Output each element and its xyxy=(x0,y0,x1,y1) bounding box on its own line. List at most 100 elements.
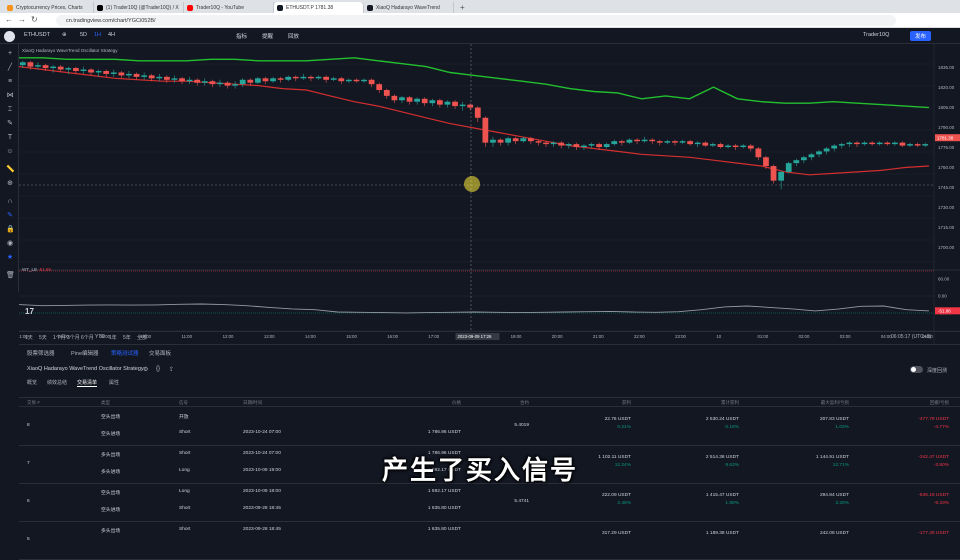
price-tick-label: 1760.00 xyxy=(938,165,955,170)
brush-icon[interactable]: ✎ xyxy=(6,120,14,128)
zoom-icon[interactable]: ⊕ xyxy=(6,180,14,188)
prediction-icon[interactable]: ⌶ xyxy=(6,106,14,114)
favorites-icon[interactable]: ★ xyxy=(6,254,14,262)
range-button[interactable]: 1年 xyxy=(109,334,117,341)
browser-tab[interactable]: (1) Trader10Q (@Trader10Q) / X xyxy=(94,2,184,13)
symbol-search[interactable]: ETHUSDT xyxy=(24,32,50,38)
layout-name[interactable]: Trader10Q xyxy=(863,32,889,38)
table-row[interactable]: 6 空头出场 Long 2023-10-09 18:00 1 592.17 USDT 空头… xyxy=(19,484,960,522)
fib-icon[interactable]: ≡ xyxy=(6,78,14,86)
new-tab-button[interactable]: + xyxy=(454,3,471,13)
col-profit[interactable]: 获利 xyxy=(579,400,631,406)
range-button[interactable]: 1个月 xyxy=(53,334,66,341)
col-drawdown[interactable]: 回撤/亏损 xyxy=(879,400,949,406)
candle-body xyxy=(573,144,580,148)
subtab-overview[interactable]: 概览 xyxy=(27,379,37,386)
browser-tab[interactable]: Trader10Q - YouTube xyxy=(184,2,274,13)
axes-layer: 1835.001820.001805.001790.001775.001760.… xyxy=(19,44,960,344)
candle-body xyxy=(467,104,474,108)
browser-tab[interactable]: Cryptocurrency Prices, Charts xyxy=(4,2,94,13)
candle-body xyxy=(512,138,519,142)
forward-icon[interactable]: → xyxy=(18,15,26,24)
candle-body xyxy=(345,79,352,82)
export-icon[interactable]: ⇪ xyxy=(169,366,174,373)
magnet-icon[interactable]: ∩ xyxy=(6,198,14,206)
candle-body xyxy=(209,81,216,85)
browser-tab[interactable]: XiaoQ Hadarayo WaveTrend xyxy=(364,2,454,13)
col-trade-no[interactable]: 交易 # xyxy=(27,400,40,406)
interval-1h[interactable]: 1H xyxy=(94,32,101,38)
source-code-icon[interactable]: {} xyxy=(156,366,160,372)
entry-signal: Short xyxy=(179,506,191,511)
range-button[interactable]: 5天 xyxy=(39,334,47,341)
deep-backtest-toggle[interactable] xyxy=(910,366,923,373)
add-symbol-icon[interactable]: ⊕ xyxy=(62,32,67,38)
range-button[interactable]: 3个月 xyxy=(67,334,80,341)
ruler-icon[interactable]: 📏 xyxy=(6,166,15,174)
settings-icon[interactable]: ⚙ xyxy=(143,366,148,373)
col-qty[interactable]: 合约 xyxy=(489,400,529,406)
lock-drawing-icon[interactable]: ✎ xyxy=(6,212,14,220)
alert-button[interactable]: 提醒 xyxy=(262,32,273,40)
table-row[interactable]: 8 空头出场 开放 空头进场 Short 2023-10-24 07:00 1 786.96… xyxy=(19,408,960,446)
col-cum-profit[interactable]: 累计获利 xyxy=(679,400,739,406)
subtab-trade-list[interactable]: 交易清单 xyxy=(77,379,98,387)
eye-icon[interactable]: ◉ xyxy=(6,240,14,248)
trash-icon[interactable]: 🗑 xyxy=(6,272,15,280)
candle-body xyxy=(201,81,208,83)
col-run-up[interactable]: 最大盈利/亏损 xyxy=(779,400,849,406)
subtab-properties[interactable]: 属性 xyxy=(109,379,119,386)
candle-body xyxy=(664,141,671,143)
range-button[interactable]: 全部 xyxy=(137,334,147,341)
trendline-icon[interactable]: ╱ xyxy=(6,64,14,72)
col-price[interactable]: 价格 xyxy=(409,400,461,406)
candle-body xyxy=(687,141,694,145)
user-avatar[interactable] xyxy=(4,31,15,42)
tab-pine-editor[interactable]: Pine编辑器 xyxy=(71,349,99,357)
browser-tab[interactable]: ETHUSDT.P 1781.38 xyxy=(274,2,364,13)
tab-strategy-tester[interactable]: 策略测试器 xyxy=(111,349,139,357)
candle-body xyxy=(338,78,345,82)
col-type[interactable]: 类型 xyxy=(101,400,110,406)
reload-icon[interactable]: ↻ xyxy=(31,15,38,24)
trade-number: 6 xyxy=(27,499,30,504)
candle-body xyxy=(474,107,481,118)
col-datetime[interactable]: 日期/时间 xyxy=(243,400,262,406)
candle-body xyxy=(550,142,557,145)
pattern-icon[interactable]: ⋈ xyxy=(6,92,14,100)
oscillator-legend[interactable]: WT_LB -51.86 xyxy=(22,267,51,272)
col-signal[interactable]: 信号 xyxy=(179,400,188,406)
price-chart[interactable]: 1835.001820.001805.001790.001775.001760.… xyxy=(19,44,960,344)
candle-body xyxy=(391,95,398,101)
osc-value-label: -51.86 xyxy=(938,309,951,314)
timezone-clock[interactable]: 06:05:17 (UTC+8) xyxy=(891,334,931,340)
candle-body xyxy=(785,163,792,172)
candle-body xyxy=(118,72,125,76)
subtab-performance[interactable]: 绩效总结 xyxy=(47,379,67,386)
range-button[interactable]: YTD xyxy=(95,334,105,340)
tab-trading-panel[interactable]: 交易面板 xyxy=(149,349,171,357)
tab-screener[interactable]: 股票筛选器 xyxy=(27,349,55,357)
browser-tab-title: (1) Trader10Q (@Trader10Q) / X xyxy=(106,5,179,11)
candle-body xyxy=(368,79,375,85)
publish-button[interactable]: 发布 xyxy=(910,31,932,41)
candle-body xyxy=(35,65,41,67)
interval-4h[interactable]: 4H xyxy=(108,32,115,38)
emoji-icon[interactable]: ☺ xyxy=(6,148,14,156)
range-button[interactable]: 1天 xyxy=(25,334,33,341)
text-icon[interactable]: T xyxy=(6,134,14,142)
replay-button[interactable]: 回放 xyxy=(288,32,299,40)
crosshair-icon[interactable]: + xyxy=(6,50,14,58)
candle-body xyxy=(247,79,254,83)
candle-body xyxy=(65,68,72,70)
table-row[interactable]: 5 多头出场 Short 2023-09-28 18:45 1 635.80 USDT 3… xyxy=(19,522,960,560)
strategy-legend[interactable]: XiaoQ Hadarayo WaveTrend Oscillator Stra… xyxy=(22,48,117,53)
candle-body xyxy=(217,82,223,85)
lock-icon[interactable]: 🔒 xyxy=(6,226,15,234)
range-button[interactable]: 5年 xyxy=(123,334,131,341)
back-icon[interactable]: ← xyxy=(5,15,13,24)
range-button[interactable]: 6个月 xyxy=(81,334,94,341)
address-input[interactable]: cn.tradingview.com/chart/YGCi052B/ xyxy=(56,15,896,26)
indicators-button[interactable]: 指标 xyxy=(236,32,247,40)
interval-5d[interactable]: 5D xyxy=(80,32,87,38)
